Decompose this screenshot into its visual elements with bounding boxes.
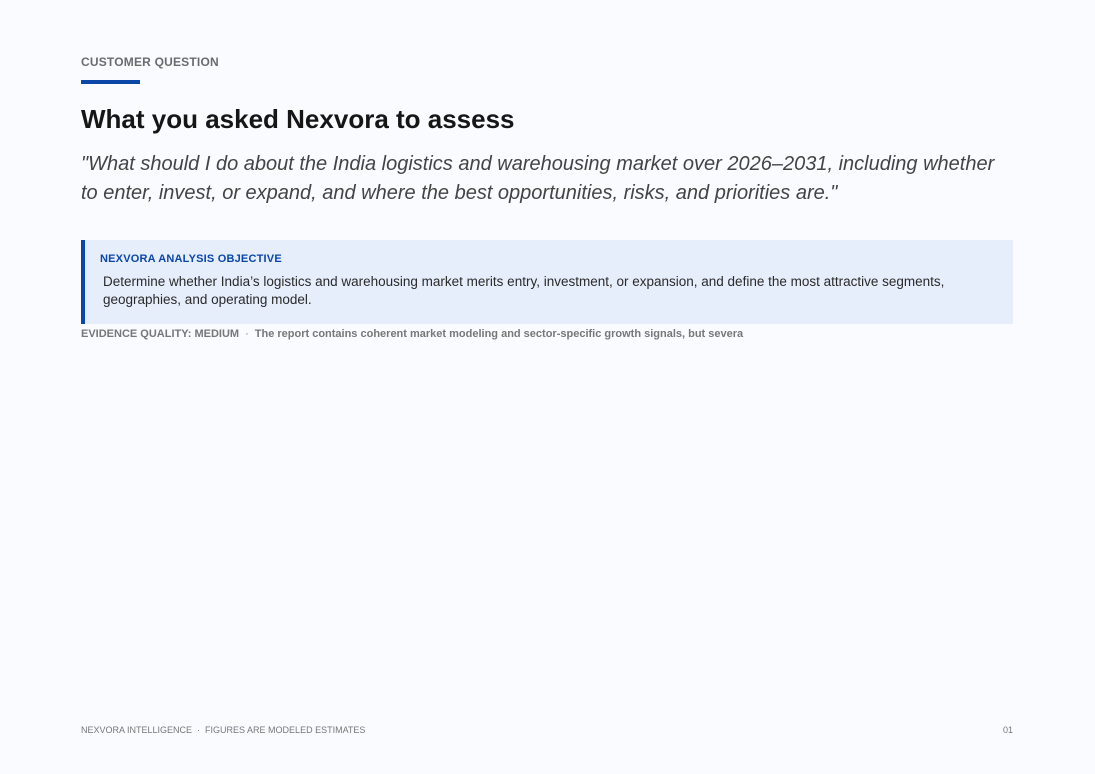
accent-rule: [81, 80, 140, 84]
page-number: 01: [1002, 725, 1013, 735]
footer-separator: ·: [197, 725, 201, 735]
evidence-quality-label: EVIDENCE QUALITY: MEDIUM: [81, 328, 240, 340]
analysis-objective-callout: NEXVORA ANALYSIS OBJECTIVE Determine whe…: [81, 240, 1013, 324]
footer-disclaimer: FIGURES ARE MODELED ESTIMATES: [205, 725, 366, 735]
objective-text: Determine whether India’s logistics and …: [103, 274, 945, 307]
customer-question-quote: "What should I do about the India logist…: [81, 153, 995, 204]
page-title: What you asked Nexvora to assess: [81, 104, 515, 134]
evidence-note: The report contains coherent market mode…: [254, 328, 744, 340]
objective-label: NEXVORA ANALYSIS OBJECTIVE: [100, 253, 282, 265]
evidence-quality-line: EVIDENCE QUALITY: MEDIUM · The report cont…: [81, 328, 743, 340]
evidence-separator: ·: [245, 328, 249, 340]
section-eyebrow: CUSTOMER QUESTION: [81, 55, 219, 69]
footer-brand: NEXVORA INTELLIGENCE: [81, 725, 193, 735]
footer: NEXVORA INTELLIGENCE · FIGURES ARE MODELED…: [81, 725, 365, 735]
